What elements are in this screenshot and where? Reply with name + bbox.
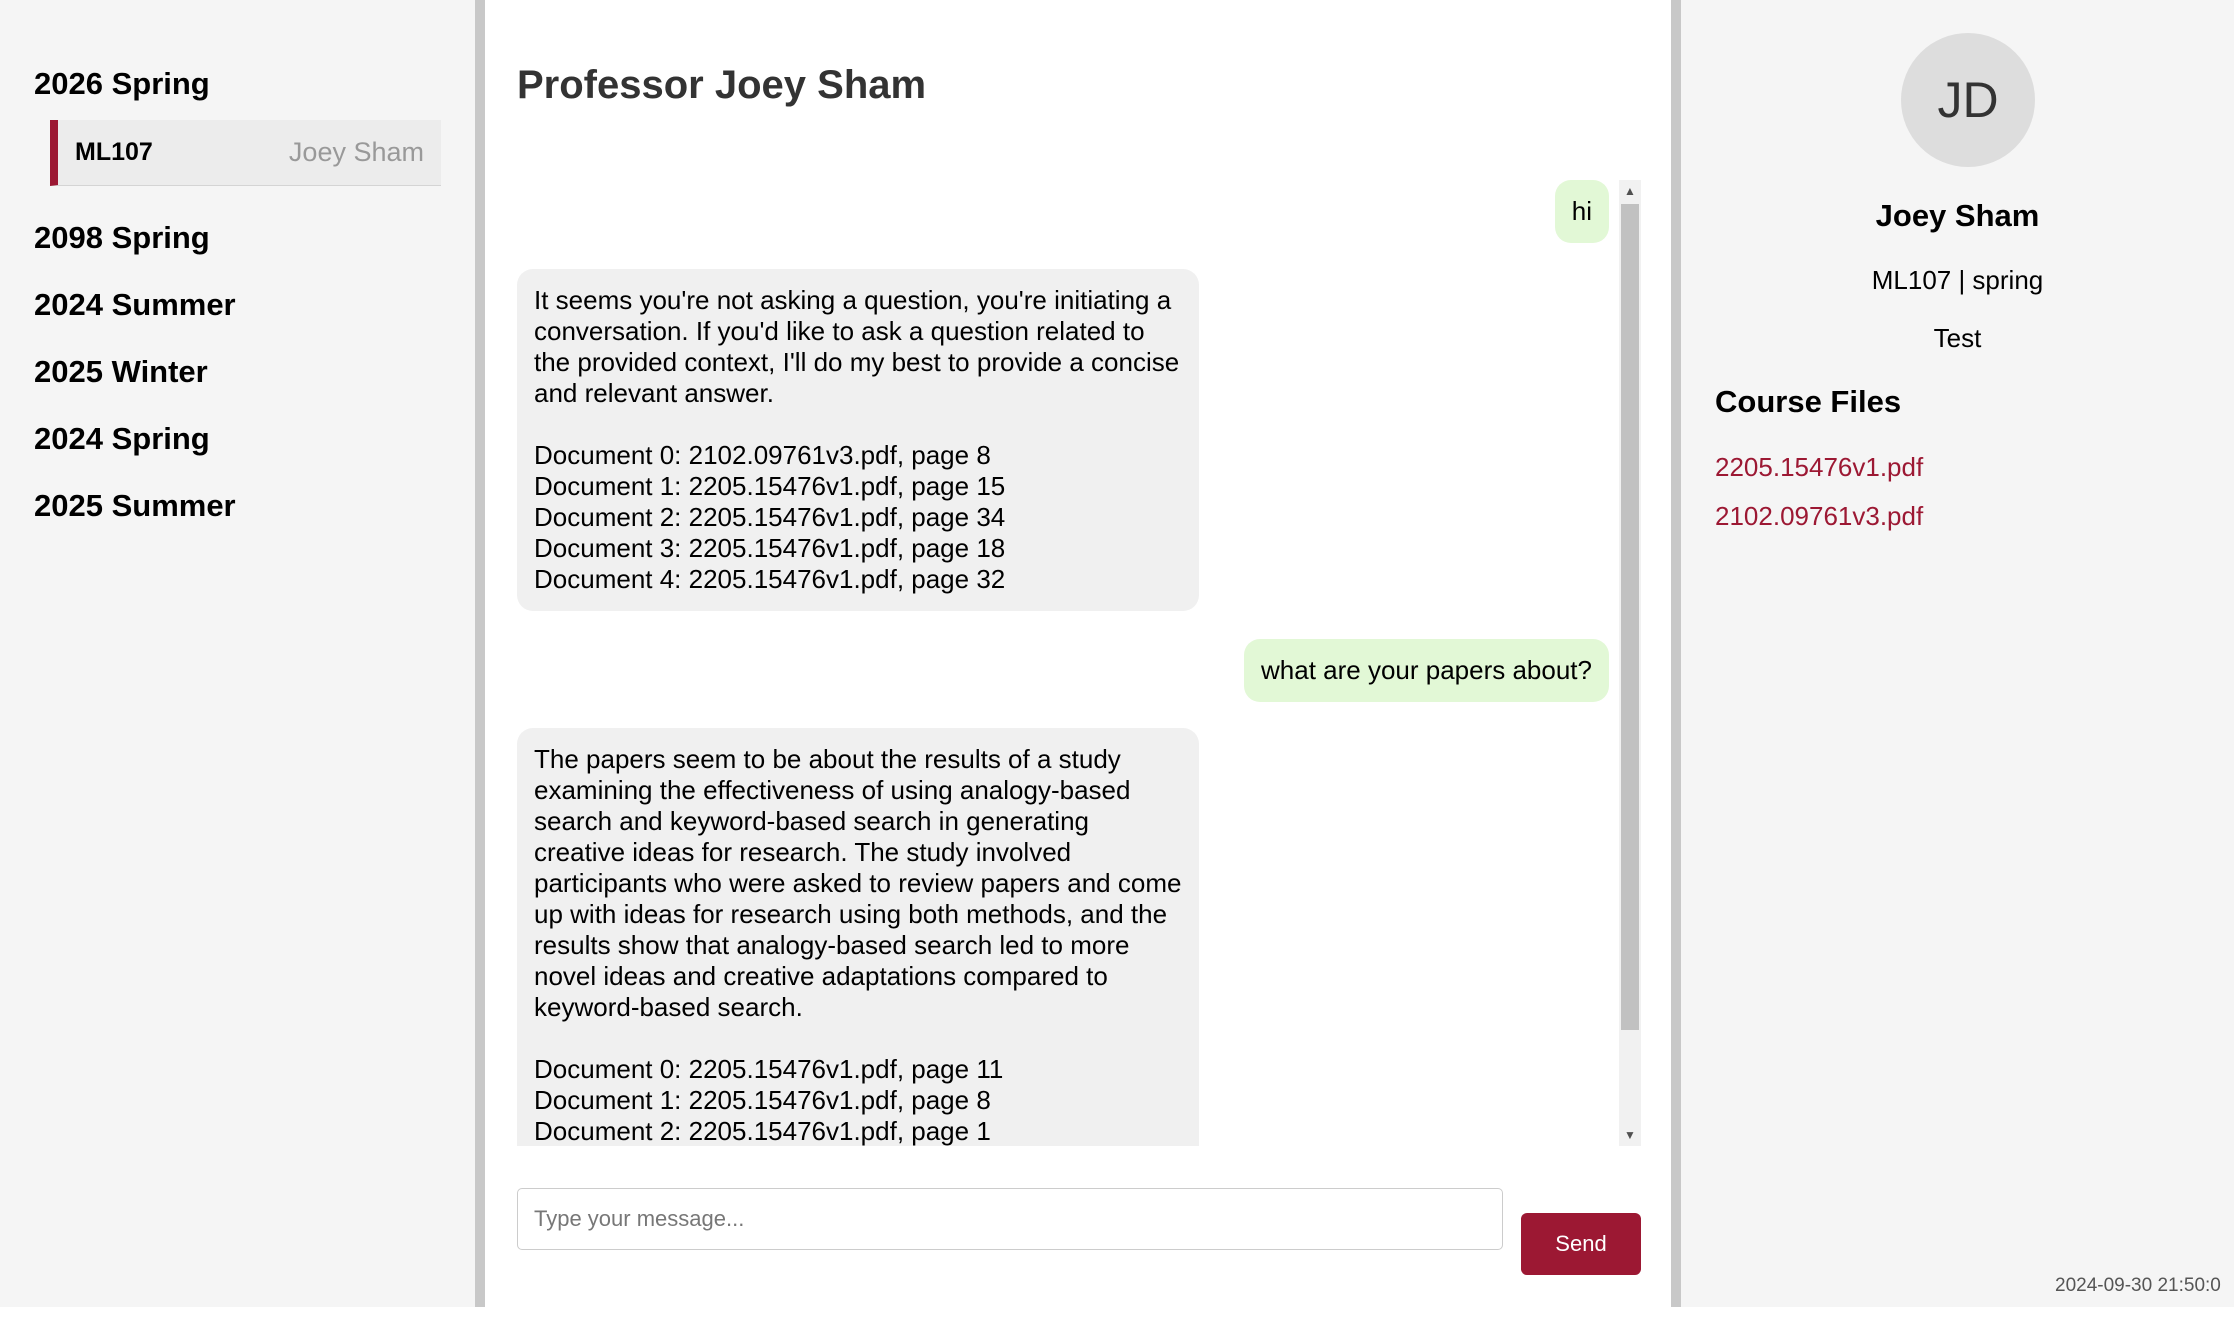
profile-divider — [1671, 0, 1681, 1307]
user-message: what are your papers about? — [1244, 639, 1609, 702]
message-list[interactable]: hi It seems you're not asking a question… — [517, 180, 1609, 1146]
course-item-ml107[interactable]: ML107 Joey Sham — [50, 120, 441, 186]
course-files-heading: Course Files — [1715, 384, 1902, 419]
term-2098-spring[interactable]: 2098 Spring — [34, 216, 441, 260]
term-2024-spring[interactable]: 2024 Spring — [34, 417, 441, 461]
term-2025-summer[interactable]: 2025 Summer — [34, 484, 441, 528]
term-2024-summer[interactable]: 2024 Summer — [34, 283, 441, 327]
timestamp: 2024-09-30 21:50:0 — [2055, 1275, 2221, 1296]
scroll-up-icon[interactable]: ▲ — [1619, 180, 1641, 202]
message-input[interactable] — [517, 1188, 1503, 1250]
course-file-link[interactable]: 2102.09761v3.pdf — [1715, 501, 1923, 532]
message-composer: Send — [517, 1188, 1641, 1276]
professor-course: ML107 | spring — [1871, 265, 2044, 295]
course-files-list: 2205.15476v1.pdf 2102.09761v3.pdf — [1715, 452, 1923, 550]
term-2025-winter[interactable]: 2025 Winter — [34, 350, 441, 394]
scroll-thumb[interactable] — [1621, 204, 1639, 1030]
term-2026-spring[interactable]: 2026 Spring — [34, 62, 441, 106]
send-button[interactable]: Send — [1521, 1213, 1641, 1275]
bot-message: The papers seem to be about the results … — [517, 728, 1199, 1146]
chat-title: Professor Joey Sham — [517, 63, 927, 107]
scroll-down-icon[interactable]: ▼ — [1619, 1124, 1641, 1146]
app-root: 2026 Spring ML107 Joey Sham 2098 Spring … — [0, 0, 2234, 1307]
avatar: JD — [1901, 33, 2035, 167]
bot-message: It seems you're not asking a question, y… — [517, 269, 1199, 611]
course-professor: Joey Sham — [288, 137, 424, 167]
profile-panel: JD Joey Sham ML107 | spring Test Course … — [1681, 0, 2234, 1307]
user-message: hi — [1554, 180, 1609, 243]
course-code: ML107 — [75, 138, 153, 166]
chat-panel: Professor Joey Sham hi It seems you're n… — [485, 0, 1671, 1307]
chat-scrollbar[interactable]: ▲ ▼ — [1619, 180, 1641, 1146]
professor-name: Joey Sham — [1875, 198, 2040, 233]
course-sidebar: 2026 Spring ML107 Joey Sham 2098 Spring … — [0, 0, 475, 1307]
course-file-link[interactable]: 2205.15476v1.pdf — [1715, 452, 1923, 483]
sidebar-divider — [475, 0, 485, 1307]
course-list: ML107 Joey Sham — [50, 120, 441, 186]
professor-description: Test — [1933, 323, 1982, 353]
